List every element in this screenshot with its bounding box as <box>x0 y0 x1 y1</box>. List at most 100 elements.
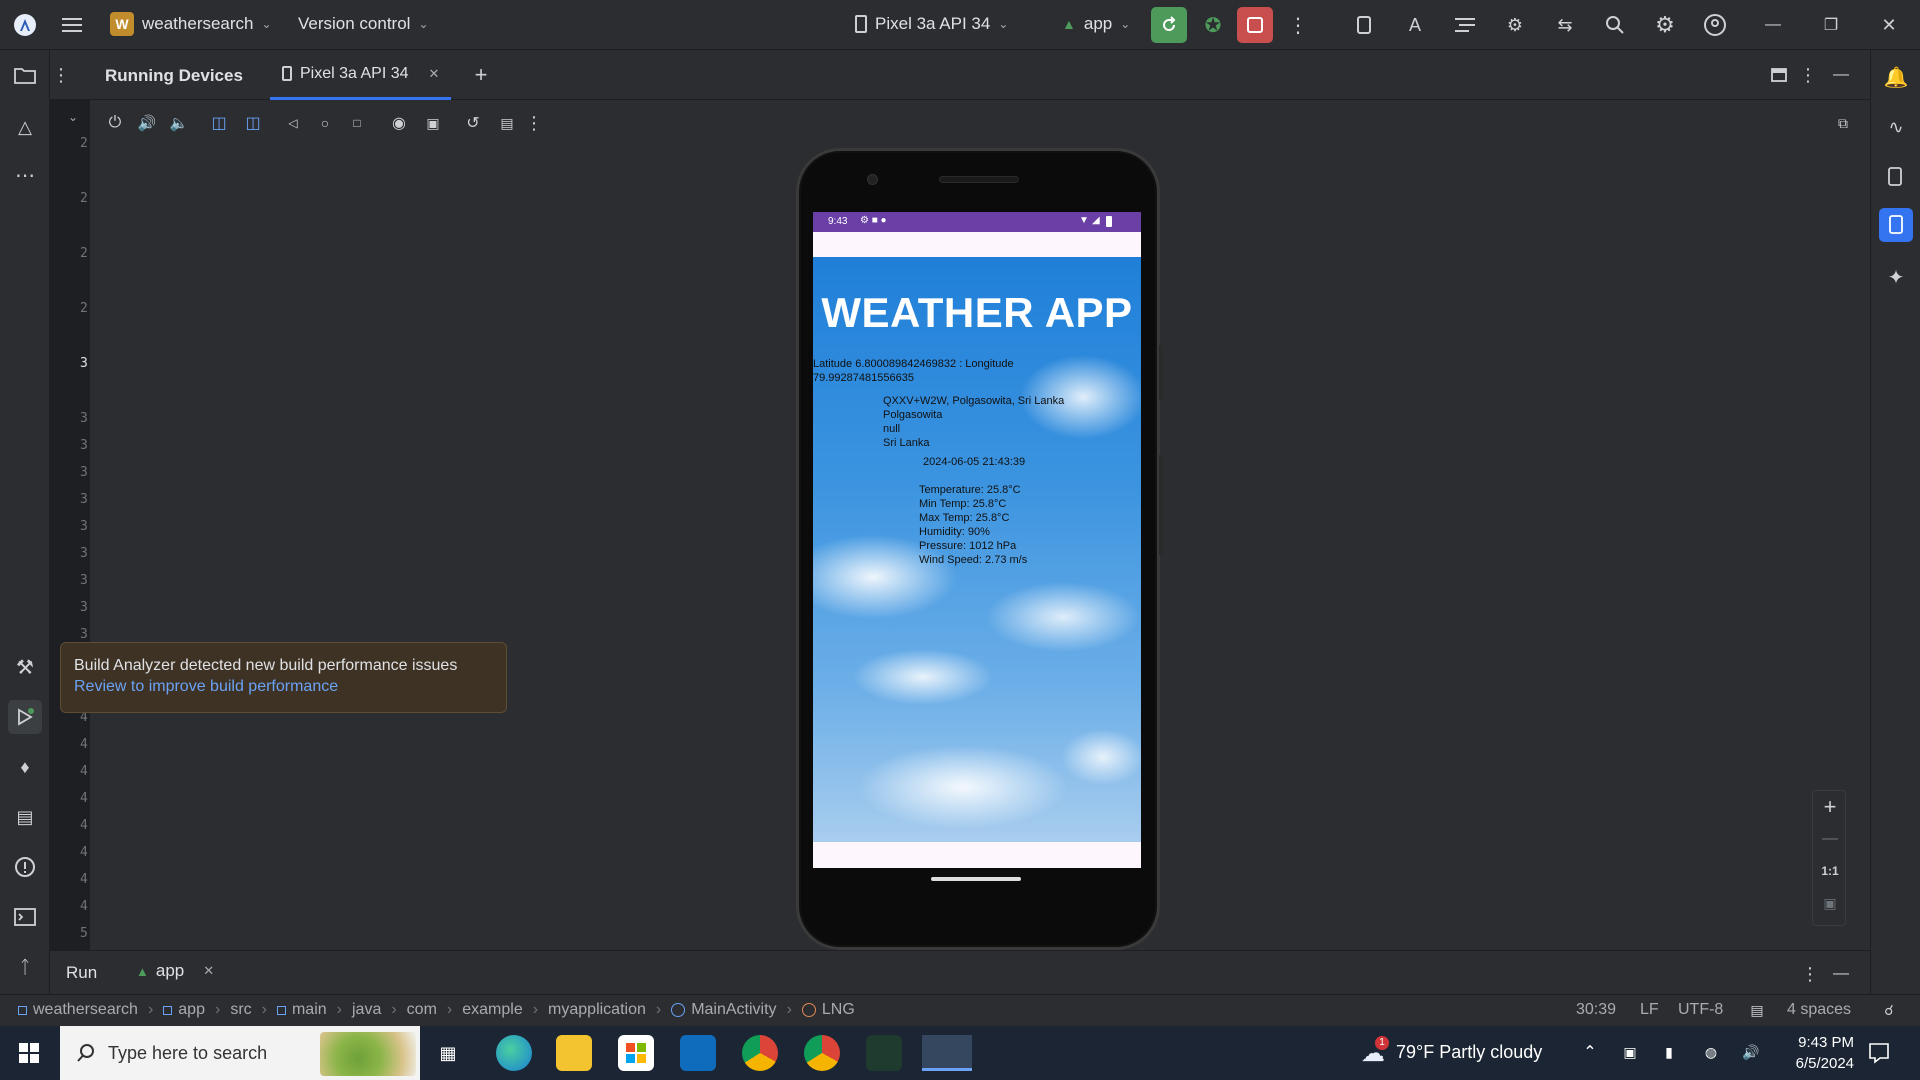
vcs-selector[interactable]: Version control ⌄ <box>298 14 429 34</box>
run-config-selector[interactable]: ▲ app ⌄ <box>1062 14 1130 34</box>
problems-icon[interactable] <box>12 854 38 880</box>
zoom-fit-icon[interactable]: ▣ <box>1818 891 1842 915</box>
running-devices-icon[interactable] <box>1879 208 1913 242</box>
file-encoding[interactable]: UTF-8 <box>1678 1001 1723 1019</box>
volume-icon[interactable]: 🔊 <box>1740 1042 1762 1062</box>
notification-center-icon[interactable] <box>1866 1040 1892 1066</box>
android-studio-bumblebee-icon[interactable] <box>866 1035 902 1071</box>
logcat-icon[interactable]: ▤ <box>12 804 38 830</box>
lock-icon[interactable]: ☌ <box>1880 1001 1898 1019</box>
windows-start-icon[interactable] <box>18 1042 40 1064</box>
show-hidden-icons-icon[interactable]: ⌃ <box>1580 1042 1600 1062</box>
layout-icon[interactable] <box>1768 64 1790 86</box>
zoom-in-icon[interactable]: + <box>1818 794 1842 819</box>
screenshot-icon[interactable]: ◉ <box>388 112 410 134</box>
run-app-tab[interactable]: ▲ app ✕ <box>136 961 214 981</box>
rotate-left-icon[interactable]: ◫ <box>208 112 230 134</box>
task-view-icon[interactable]: ▦ <box>436 1041 460 1065</box>
device-manager-icon[interactable] <box>1352 12 1378 38</box>
stop-button[interactable] <box>1237 7 1273 43</box>
gem-icon[interactable]: ♦ <box>12 754 38 780</box>
phone-screen[interactable]: 9:43 ⚙ ■ ● ▼ ◢ WEATHER APP Latitude 6.80… <box>813 212 1141 868</box>
hide-panel-icon[interactable]: — <box>1830 64 1852 86</box>
tab-pixel-3a[interactable]: Pixel 3a API 34 ✕ <box>270 50 452 100</box>
line-separator[interactable]: LF <box>1640 1001 1659 1019</box>
build-icon[interactable]: ⚒ <box>12 654 38 680</box>
overview-icon[interactable]: □ <box>346 112 368 134</box>
cursor-position[interactable]: 30:39 <box>1576 1001 1616 1019</box>
run-options-icon[interactable]: ⋮ <box>1801 963 1819 985</box>
close-tab-icon[interactable]: ✕ <box>203 963 214 979</box>
back-icon[interactable]: ◁ <box>282 112 304 134</box>
android-studio-icon[interactable] <box>922 1035 972 1071</box>
close-tab-icon[interactable]: ✕ <box>429 66 440 82</box>
project-folder-icon[interactable] <box>12 64 38 86</box>
chrome-profile-icon[interactable] <box>804 1035 840 1071</box>
readonly-toggle-icon[interactable]: ▤ <box>1748 1001 1766 1019</box>
notifications-icon[interactable]: 🔔 <box>1883 64 1909 90</box>
device-explorer-icon[interactable] <box>1883 164 1909 190</box>
sync-icon[interactable]: ⇆ <box>1552 12 1578 38</box>
mirror-icon[interactable]: ▤ <box>496 112 518 134</box>
main-menu-icon[interactable] <box>60 13 84 37</box>
breadcrumb-item[interactable]: java <box>352 1001 381 1019</box>
gradle-icon[interactable]: ∿ <box>1883 114 1909 140</box>
volume-up-icon[interactable]: 🔊 <box>136 112 158 134</box>
breadcrumb-item[interactable]: LNG <box>801 1001 855 1019</box>
file-explorer-icon[interactable] <box>556 1035 592 1071</box>
clock[interactable]: 9:43 PM 6/5/2024 <box>1768 1032 1854 1074</box>
edge-icon[interactable] <box>496 1035 532 1071</box>
debug-icon[interactable]: ✪ <box>1200 12 1226 38</box>
more-options-icon[interactable]: ⋮ <box>52 64 70 86</box>
reset-icon[interactable]: ↺ <box>462 112 484 134</box>
rotate-right-icon[interactable]: ◫ <box>242 112 264 134</box>
gemini-icon[interactable]: ✦ <box>1883 264 1909 290</box>
breadcrumb-item[interactable]: main <box>276 1001 327 1019</box>
zoom-out-icon[interactable]: — <box>1818 827 1842 851</box>
power-icon[interactable]: ⏻ <box>104 112 126 134</box>
breadcrumb-item[interactable]: src <box>230 1001 251 1019</box>
chrome-icon[interactable] <box>742 1035 778 1071</box>
project-selector[interactable]: W weathersearch ⌄ <box>110 12 272 36</box>
indent-setting[interactable]: 4 spaces <box>1787 1001 1851 1019</box>
toolbar-more-icon[interactable]: ⋮ <box>525 112 543 134</box>
resource-manager-icon[interactable]: △ <box>12 114 38 140</box>
git-icon[interactable]: ᛏ <box>12 954 38 980</box>
weather-text[interactable]: 79°F Partly cloudy <box>1396 1042 1542 1063</box>
breadcrumb-item[interactable]: com <box>407 1001 437 1019</box>
side-button[interactable] <box>1159 345 1163 400</box>
structure-icon[interactable] <box>1452 12 1478 38</box>
battery-icon[interactable]: ▮ <box>1658 1042 1680 1062</box>
close-icon[interactable]: ✕ <box>1876 12 1902 38</box>
app-inspection-icon[interactable]: ⚙ <box>1502 12 1528 38</box>
taskbar-search-box[interactable]: Type here to search <box>60 1026 420 1080</box>
breadcrumb-item[interactable]: app <box>163 1001 205 1019</box>
minimize-icon[interactable]: — <box>1760 12 1786 38</box>
meet-now-icon[interactable]: ▣ <box>1620 1042 1640 1062</box>
network-icon[interactable]: ◍ <box>1700 1042 1722 1062</box>
breadcrumb-item[interactable]: weathersearch <box>18 1001 138 1019</box>
device-frame-icon[interactable]: ⧉ <box>1832 112 1854 134</box>
breadcrumb-item[interactable]: myapplication <box>548 1001 646 1019</box>
breadcrumb-item[interactable]: MainActivity <box>671 1001 777 1019</box>
more-tools-icon[interactable]: ⋯ <box>12 162 38 188</box>
translate-icon[interactable]: А <box>1402 12 1428 38</box>
search-icon[interactable] <box>1602 12 1628 38</box>
tooltip-link[interactable]: Review to improve build performance <box>74 678 493 696</box>
screen-record-icon[interactable]: ▣ <box>422 112 444 134</box>
home-icon[interactable]: ○ <box>314 112 336 134</box>
run-label[interactable]: Run <box>66 963 97 983</box>
settings-icon[interactable]: ⚙ <box>1652 12 1678 38</box>
zoom-actual-size[interactable]: 1:1 <box>1818 859 1842 883</box>
volume-down-icon[interactable]: 🔈 <box>168 112 190 134</box>
account-icon[interactable] <box>1702 12 1728 38</box>
add-tab-icon[interactable]: + <box>468 62 494 88</box>
volume-rocker[interactable] <box>1159 455 1163 555</box>
device-selector[interactable]: Pixel 3a API 34 ⌄ <box>855 14 1008 34</box>
microsoft-store-icon[interactable] <box>618 1035 654 1071</box>
panel-options-icon[interactable]: ⋮ <box>1799 64 1817 86</box>
mail-icon[interactable] <box>680 1035 716 1071</box>
run-icon[interactable] <box>8 700 42 734</box>
more-actions-icon[interactable]: ⋮ <box>1288 12 1308 38</box>
rerun-button[interactable] <box>1151 7 1187 43</box>
